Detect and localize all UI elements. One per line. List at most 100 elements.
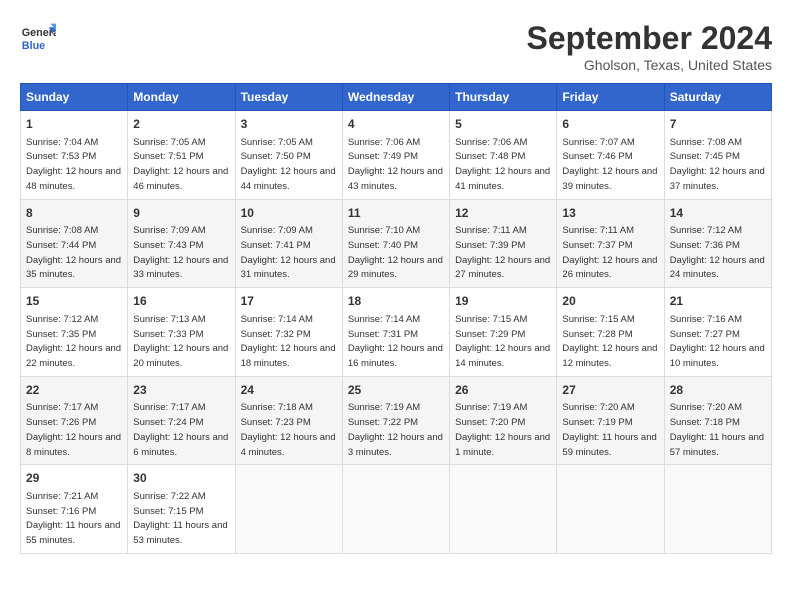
table-row: 19 Sunrise: 7:15 AMSunset: 7:29 PMDaylig… [450, 288, 557, 377]
day-number: 1 [26, 116, 122, 133]
day-info: Sunrise: 7:17 AMSunset: 7:26 PMDaylight:… [26, 402, 121, 457]
table-row: 24 Sunrise: 7:18 AMSunset: 7:23 PMDaylig… [235, 376, 342, 465]
day-number: 7 [670, 116, 766, 133]
day-number: 26 [455, 382, 551, 399]
day-info: Sunrise: 7:11 AMSunset: 7:37 PMDaylight:… [562, 225, 657, 280]
day-info: Sunrise: 7:12 AMSunset: 7:36 PMDaylight:… [670, 225, 765, 280]
table-row [557, 465, 664, 554]
table-row: 13 Sunrise: 7:11 AMSunset: 7:37 PMDaylig… [557, 199, 664, 288]
col-saturday: Saturday [664, 84, 771, 111]
day-number: 17 [241, 293, 337, 310]
day-number: 24 [241, 382, 337, 399]
table-row: 22 Sunrise: 7:17 AMSunset: 7:26 PMDaylig… [21, 376, 128, 465]
day-info: Sunrise: 7:08 AMSunset: 7:44 PMDaylight:… [26, 225, 121, 280]
day-number: 9 [133, 205, 229, 222]
day-number: 13 [562, 205, 658, 222]
day-number: 18 [348, 293, 444, 310]
day-info: Sunrise: 7:05 AMSunset: 7:51 PMDaylight:… [133, 137, 228, 192]
table-row: 4 Sunrise: 7:06 AMSunset: 7:49 PMDayligh… [342, 111, 449, 200]
day-number: 14 [670, 205, 766, 222]
table-row: 18 Sunrise: 7:14 AMSunset: 7:31 PMDaylig… [342, 288, 449, 377]
table-row: 26 Sunrise: 7:19 AMSunset: 7:20 PMDaylig… [450, 376, 557, 465]
table-row: 27 Sunrise: 7:20 AMSunset: 7:19 PMDaylig… [557, 376, 664, 465]
table-row: 29 Sunrise: 7:21 AMSunset: 7:16 PMDaylig… [21, 465, 128, 554]
day-number: 15 [26, 293, 122, 310]
day-info: Sunrise: 7:17 AMSunset: 7:24 PMDaylight:… [133, 402, 228, 457]
table-row: 12 Sunrise: 7:11 AMSunset: 7:39 PMDaylig… [450, 199, 557, 288]
calendar-week-row: 15 Sunrise: 7:12 AMSunset: 7:35 PMDaylig… [21, 288, 772, 377]
day-info: Sunrise: 7:18 AMSunset: 7:23 PMDaylight:… [241, 402, 336, 457]
day-number: 29 [26, 470, 122, 487]
day-number: 12 [455, 205, 551, 222]
calendar-week-row: 29 Sunrise: 7:21 AMSunset: 7:16 PMDaylig… [21, 465, 772, 554]
table-row: 16 Sunrise: 7:13 AMSunset: 7:33 PMDaylig… [128, 288, 235, 377]
logo: General Blue [20, 20, 56, 56]
day-number: 3 [241, 116, 337, 133]
day-info: Sunrise: 7:09 AMSunset: 7:41 PMDaylight:… [241, 225, 336, 280]
day-info: Sunrise: 7:14 AMSunset: 7:31 PMDaylight:… [348, 314, 443, 369]
table-row: 15 Sunrise: 7:12 AMSunset: 7:35 PMDaylig… [21, 288, 128, 377]
table-row [342, 465, 449, 554]
day-info: Sunrise: 7:07 AMSunset: 7:46 PMDaylight:… [562, 137, 657, 192]
calendar-header-row: Sunday Monday Tuesday Wednesday Thursday… [21, 84, 772, 111]
calendar-week-row: 8 Sunrise: 7:08 AMSunset: 7:44 PMDayligh… [21, 199, 772, 288]
day-info: Sunrise: 7:14 AMSunset: 7:32 PMDaylight:… [241, 314, 336, 369]
col-thursday: Thursday [450, 84, 557, 111]
day-number: 5 [455, 116, 551, 133]
day-info: Sunrise: 7:06 AMSunset: 7:48 PMDaylight:… [455, 137, 550, 192]
day-number: 23 [133, 382, 229, 399]
title-block: September 2024 Gholson, Texas, United St… [527, 20, 772, 73]
table-row: 2 Sunrise: 7:05 AMSunset: 7:51 PMDayligh… [128, 111, 235, 200]
day-info: Sunrise: 7:06 AMSunset: 7:49 PMDaylight:… [348, 137, 443, 192]
day-info: Sunrise: 7:15 AMSunset: 7:29 PMDaylight:… [455, 314, 550, 369]
day-number: 28 [670, 382, 766, 399]
table-row: 3 Sunrise: 7:05 AMSunset: 7:50 PMDayligh… [235, 111, 342, 200]
col-sunday: Sunday [21, 84, 128, 111]
day-number: 10 [241, 205, 337, 222]
day-info: Sunrise: 7:13 AMSunset: 7:33 PMDaylight:… [133, 314, 228, 369]
table-row [664, 465, 771, 554]
day-number: 8 [26, 205, 122, 222]
day-number: 30 [133, 470, 229, 487]
day-number: 25 [348, 382, 444, 399]
day-info: Sunrise: 7:22 AMSunset: 7:15 PMDaylight:… [133, 491, 227, 546]
day-info: Sunrise: 7:15 AMSunset: 7:28 PMDaylight:… [562, 314, 657, 369]
table-row: 25 Sunrise: 7:19 AMSunset: 7:22 PMDaylig… [342, 376, 449, 465]
day-info: Sunrise: 7:21 AMSunset: 7:16 PMDaylight:… [26, 491, 120, 546]
table-row [235, 465, 342, 554]
day-number: 6 [562, 116, 658, 133]
calendar-week-row: 1 Sunrise: 7:04 AMSunset: 7:53 PMDayligh… [21, 111, 772, 200]
day-number: 21 [670, 293, 766, 310]
table-row: 5 Sunrise: 7:06 AMSunset: 7:48 PMDayligh… [450, 111, 557, 200]
month-title: September 2024 [527, 20, 772, 57]
table-row: 1 Sunrise: 7:04 AMSunset: 7:53 PMDayligh… [21, 111, 128, 200]
day-number: 19 [455, 293, 551, 310]
day-info: Sunrise: 7:10 AMSunset: 7:40 PMDaylight:… [348, 225, 443, 280]
table-row: 23 Sunrise: 7:17 AMSunset: 7:24 PMDaylig… [128, 376, 235, 465]
table-row: 6 Sunrise: 7:07 AMSunset: 7:46 PMDayligh… [557, 111, 664, 200]
table-row: 9 Sunrise: 7:09 AMSunset: 7:43 PMDayligh… [128, 199, 235, 288]
day-number: 27 [562, 382, 658, 399]
calendar-week-row: 22 Sunrise: 7:17 AMSunset: 7:26 PMDaylig… [21, 376, 772, 465]
day-number: 2 [133, 116, 229, 133]
table-row: 10 Sunrise: 7:09 AMSunset: 7:41 PMDaylig… [235, 199, 342, 288]
table-row: 30 Sunrise: 7:22 AMSunset: 7:15 PMDaylig… [128, 465, 235, 554]
day-info: Sunrise: 7:11 AMSunset: 7:39 PMDaylight:… [455, 225, 550, 280]
day-info: Sunrise: 7:19 AMSunset: 7:20 PMDaylight:… [455, 402, 550, 457]
day-number: 20 [562, 293, 658, 310]
table-row: 20 Sunrise: 7:15 AMSunset: 7:28 PMDaylig… [557, 288, 664, 377]
day-info: Sunrise: 7:09 AMSunset: 7:43 PMDaylight:… [133, 225, 228, 280]
table-row: 21 Sunrise: 7:16 AMSunset: 7:27 PMDaylig… [664, 288, 771, 377]
table-row: 28 Sunrise: 7:20 AMSunset: 7:18 PMDaylig… [664, 376, 771, 465]
location: Gholson, Texas, United States [527, 57, 772, 73]
day-number: 16 [133, 293, 229, 310]
day-info: Sunrise: 7:20 AMSunset: 7:19 PMDaylight:… [562, 402, 656, 457]
day-info: Sunrise: 7:19 AMSunset: 7:22 PMDaylight:… [348, 402, 443, 457]
calendar-table: Sunday Monday Tuesday Wednesday Thursday… [20, 83, 772, 554]
col-friday: Friday [557, 84, 664, 111]
day-info: Sunrise: 7:04 AMSunset: 7:53 PMDaylight:… [26, 137, 121, 192]
day-number: 11 [348, 205, 444, 222]
svg-text:Blue: Blue [22, 40, 45, 52]
col-wednesday: Wednesday [342, 84, 449, 111]
day-info: Sunrise: 7:12 AMSunset: 7:35 PMDaylight:… [26, 314, 121, 369]
